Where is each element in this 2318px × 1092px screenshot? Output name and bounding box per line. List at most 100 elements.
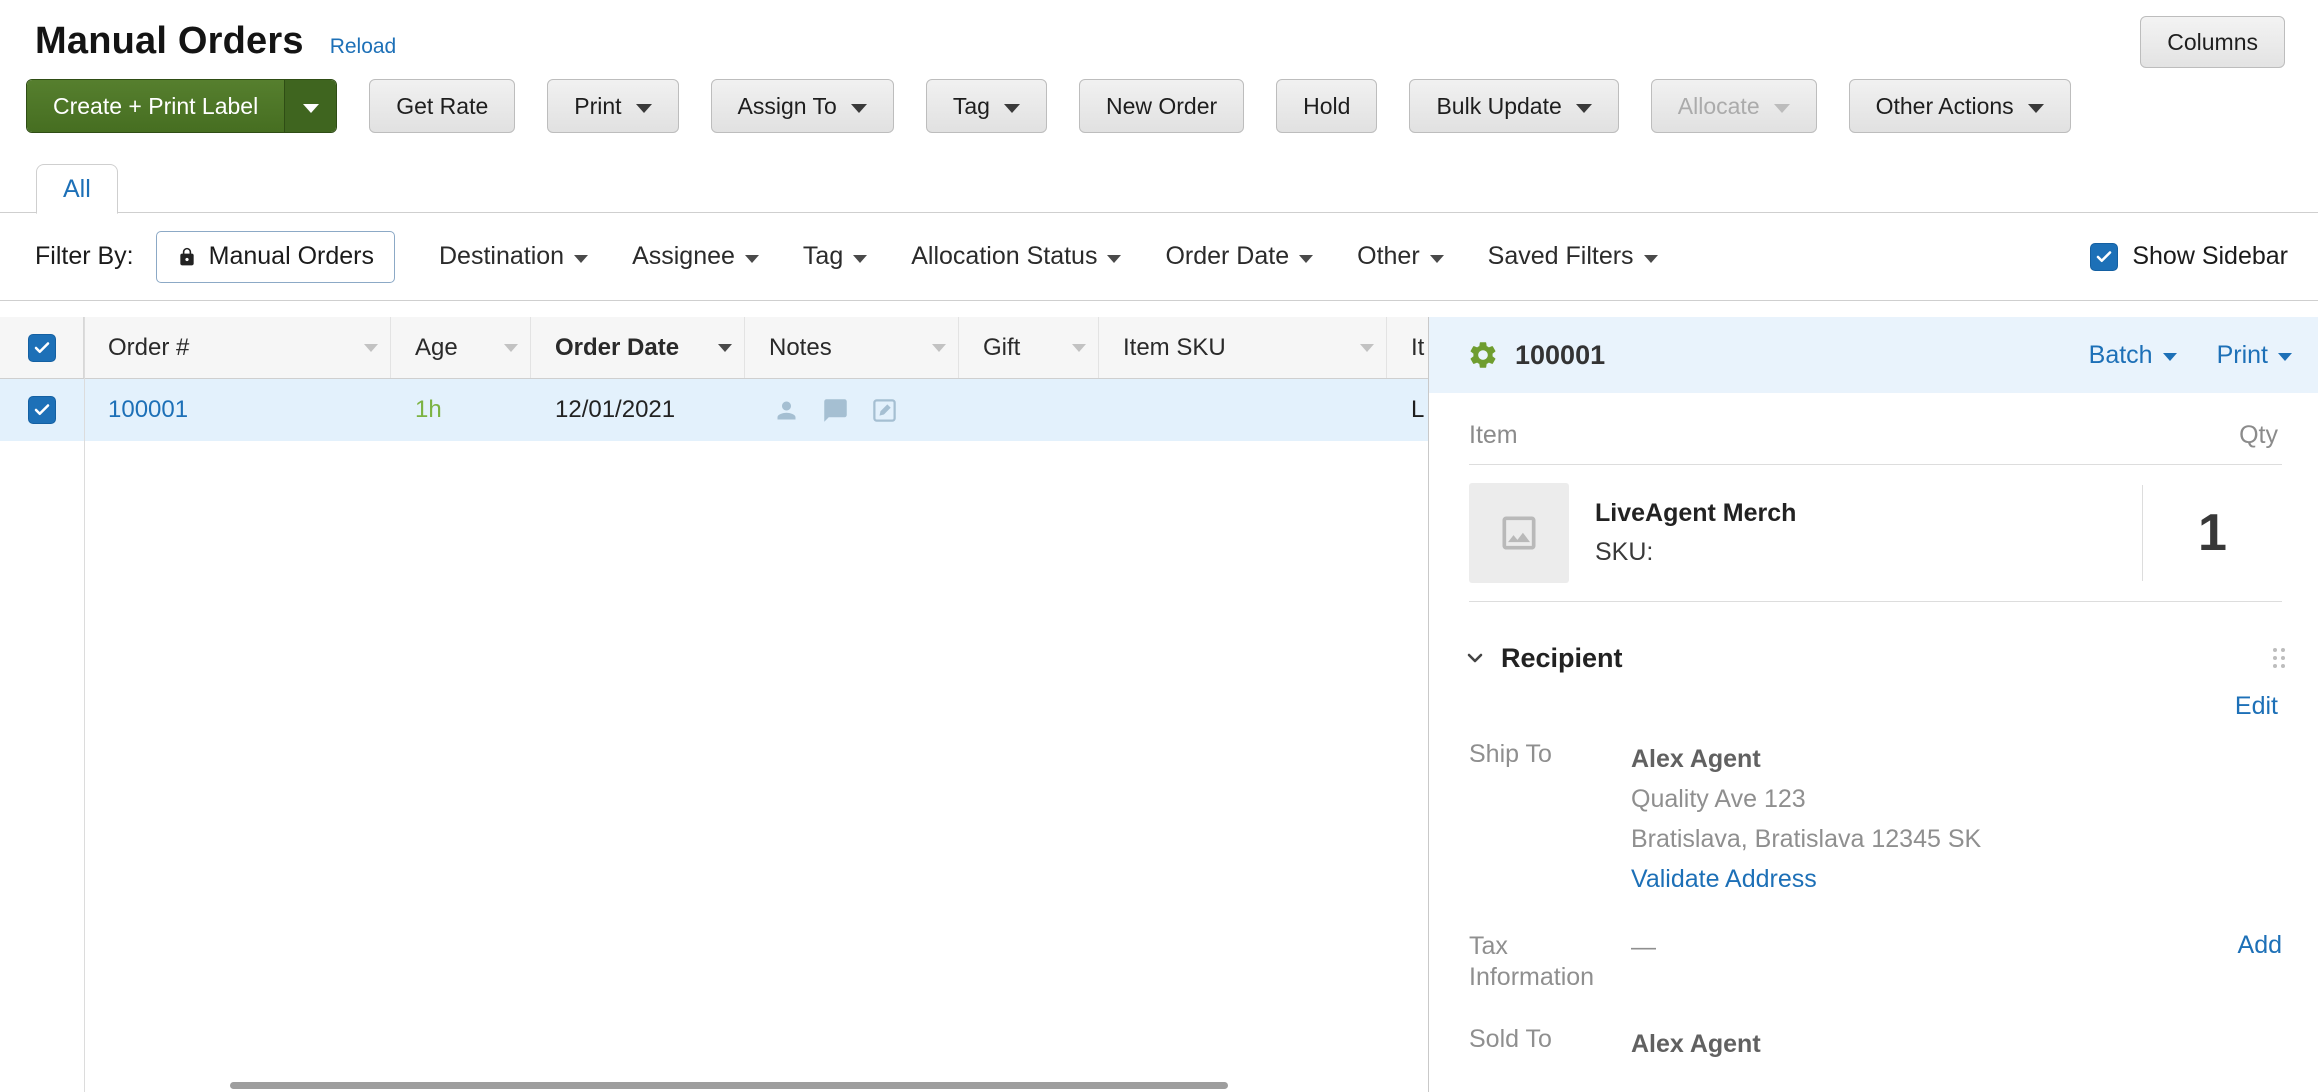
cell-age: 1h xyxy=(391,379,531,441)
order-row[interactable]: 100001 1h 12/01/2021 L xyxy=(0,379,1428,441)
column-label: Gift xyxy=(983,334,1020,362)
filter-destination[interactable]: Destination xyxy=(439,242,588,271)
create-print-label-main[interactable]: Create + Print Label xyxy=(27,80,284,132)
tag-button[interactable]: Tag xyxy=(926,79,1047,133)
filter-assignee[interactable]: Assignee xyxy=(632,242,759,271)
filter-saved-filters[interactable]: Saved Filters xyxy=(1488,242,1658,271)
column-label: It xyxy=(1411,334,1424,362)
chevron-down-icon xyxy=(745,255,759,263)
age-value: 1h xyxy=(415,396,442,424)
column-header-order-number[interactable]: Order # xyxy=(84,317,391,378)
column-header-order-date[interactable]: Order Date xyxy=(531,317,745,378)
filter-tag[interactable]: Tag xyxy=(803,242,867,271)
order-number-link[interactable]: 100001 xyxy=(108,396,188,424)
button-label: Assign To xyxy=(738,93,837,120)
column-label: Order Date xyxy=(555,334,679,362)
check-icon xyxy=(33,401,51,419)
filter-by-label: Filter By: xyxy=(35,242,134,271)
sold-to-name: Alex Agent xyxy=(1631,1024,2282,1064)
assign-user-icon[interactable] xyxy=(773,397,800,424)
select-all-checkbox[interactable] xyxy=(28,334,56,362)
button-label: Other Actions xyxy=(1876,93,2014,120)
main-area: Order # Age Order Date Notes Gift Item S… xyxy=(0,317,2318,1092)
print-label: Print xyxy=(2217,341,2268,370)
tab-all[interactable]: All xyxy=(36,164,118,214)
cell-item-name: L xyxy=(1387,379,1428,441)
column-header-gift[interactable]: Gift xyxy=(959,317,1099,378)
sort-caret-icon[interactable] xyxy=(718,344,732,352)
column-menu-icon[interactable] xyxy=(932,344,946,352)
column-header-item-name[interactable]: It xyxy=(1387,317,1428,378)
chevron-down-icon xyxy=(851,104,867,113)
column-menu-icon[interactable] xyxy=(1072,344,1086,352)
assign-to-button[interactable]: Assign To xyxy=(711,79,894,133)
manual-orders-filter-button[interactable]: Manual Orders xyxy=(156,231,395,283)
recipient-title: Recipient xyxy=(1501,643,1623,674)
column-menu-icon[interactable] xyxy=(1360,344,1374,352)
reload-link[interactable]: Reload xyxy=(330,35,397,59)
create-print-label-dropdown[interactable] xyxy=(284,80,336,132)
edit-note-icon[interactable] xyxy=(871,397,898,424)
filter-label: Destination xyxy=(439,242,564,271)
column-label: Order # xyxy=(108,334,189,362)
row-select-cell xyxy=(0,379,84,441)
image-icon xyxy=(1497,511,1541,555)
edit-recipient-link[interactable]: Edit xyxy=(2235,692,2278,720)
add-tax-link[interactable]: Add xyxy=(2238,931,2282,959)
print-dropdown[interactable]: Print xyxy=(2217,341,2292,370)
hold-button[interactable]: Hold xyxy=(1276,79,1377,133)
tab-label: All xyxy=(63,175,91,204)
filter-label: Tag xyxy=(803,242,843,271)
filter-label: Order Date xyxy=(1165,242,1289,271)
filter-label: Other xyxy=(1357,242,1420,271)
select-all-cell xyxy=(0,317,84,378)
chevron-down-icon xyxy=(2028,104,2044,113)
sold-to-value: Alex Agent xyxy=(1631,1024,2282,1064)
column-menu-icon[interactable] xyxy=(364,344,378,352)
sidebar-header: 100001 Batch Print xyxy=(1429,317,2318,393)
drag-handle-icon[interactable] xyxy=(2270,645,2288,671)
chevron-down-icon xyxy=(2163,353,2177,361)
create-print-label-button[interactable]: Create + Print Label xyxy=(26,79,337,133)
filter-allocation-status[interactable]: Allocation Status xyxy=(911,242,1121,271)
chevron-down-icon xyxy=(1004,104,1020,113)
filter-order-date[interactable]: Order Date xyxy=(1165,242,1313,271)
check-icon xyxy=(2095,248,2113,266)
columns-button[interactable]: Columns xyxy=(2140,16,2285,68)
column-header-age[interactable]: Age xyxy=(391,317,531,378)
item-qty: 1 xyxy=(2198,503,2227,563)
allocate-button: Allocate xyxy=(1651,79,1817,133)
filter-other[interactable]: Other xyxy=(1357,242,1444,271)
column-label: Item SKU xyxy=(1123,334,1226,362)
tax-information-field: Tax Information — Add xyxy=(1429,913,2318,994)
item-column-label: Item xyxy=(1469,421,1518,450)
toolbar: Create + Print Label Get Rate Print Assi… xyxy=(0,63,2318,133)
item-thumbnail xyxy=(1469,483,1569,583)
column-header-item-sku[interactable]: Item SKU xyxy=(1099,317,1387,378)
page-header: Manual Orders Reload xyxy=(0,0,2318,63)
bulk-update-button[interactable]: Bulk Update xyxy=(1409,79,1618,133)
horizontal-scrollbar[interactable] xyxy=(230,1082,1228,1089)
chevron-down-icon xyxy=(2278,353,2292,361)
button-label: Bulk Update xyxy=(1436,93,1561,120)
column-menu-icon[interactable] xyxy=(504,344,518,352)
button-label: Hold xyxy=(1303,93,1350,120)
chat-bubble-icon[interactable] xyxy=(822,397,849,424)
cell-order-date: 12/01/2021 xyxy=(531,379,745,441)
validate-address-link[interactable]: Validate Address xyxy=(1631,865,1817,893)
column-header-notes[interactable]: Notes xyxy=(745,317,959,378)
cell-gift xyxy=(959,379,1099,441)
filter-label: Saved Filters xyxy=(1488,242,1634,271)
get-rate-button[interactable]: Get Rate xyxy=(369,79,515,133)
print-button[interactable]: Print xyxy=(547,79,678,133)
items-header: Item Qty xyxy=(1429,393,2318,464)
column-label: Notes xyxy=(769,334,832,362)
other-actions-button[interactable]: Other Actions xyxy=(1849,79,2071,133)
show-sidebar-checkbox[interactable] xyxy=(2090,243,2118,271)
sold-to-field: Sold To Alex Agent xyxy=(1429,1006,2318,1064)
row-checkbox[interactable] xyxy=(28,396,56,424)
new-order-button[interactable]: New Order xyxy=(1079,79,1244,133)
chevron-down-icon[interactable] xyxy=(1463,646,1487,670)
gear-icon[interactable] xyxy=(1467,339,1499,371)
batch-dropdown[interactable]: Batch xyxy=(2089,341,2177,370)
